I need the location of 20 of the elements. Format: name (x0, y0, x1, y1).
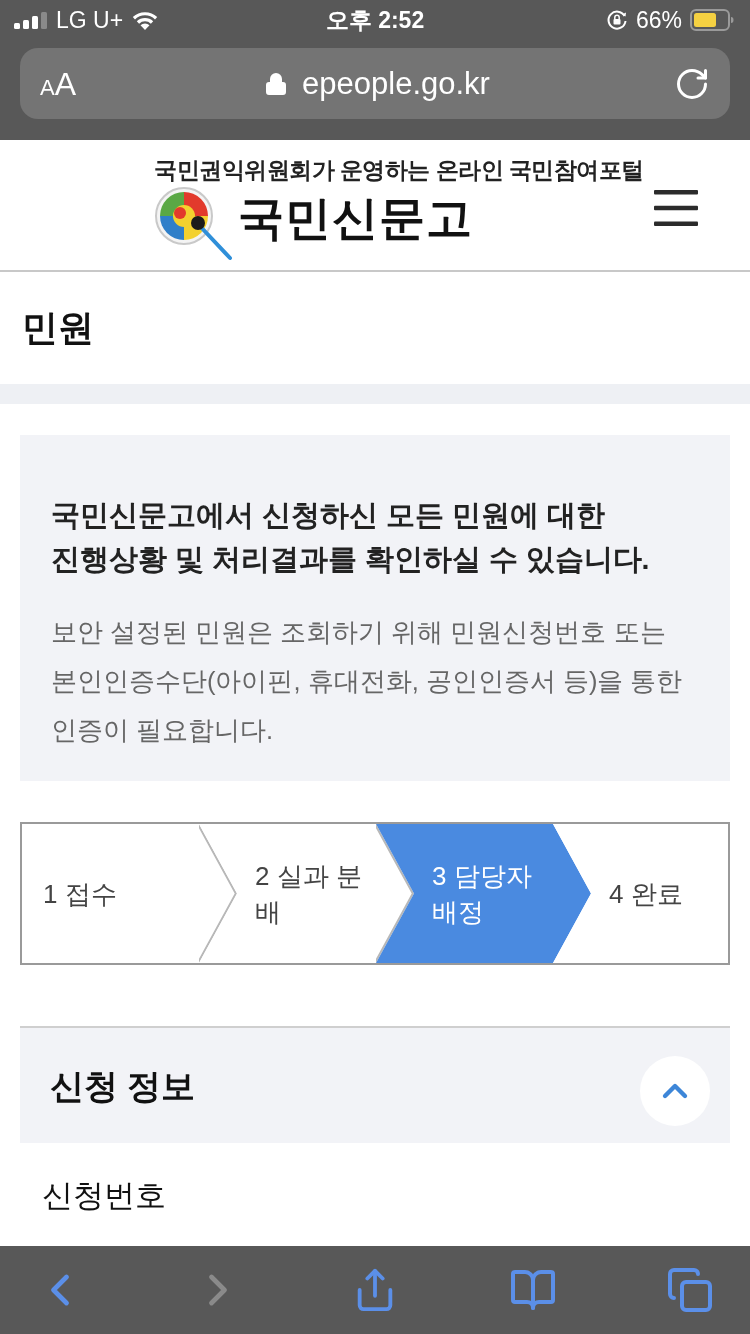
url-text: epeople.go.kr (302, 68, 490, 99)
carrier-name: LG U+ (56, 8, 124, 32)
menu-icon[interactable] (654, 190, 698, 226)
battery-icon (690, 9, 734, 31)
site-tagline: 국민권익위원회가 운영하는 온라인 국민참여포털 (154, 158, 644, 184)
wifi-icon (131, 10, 160, 30)
signal-strength-icon (14, 11, 48, 29)
battery-percent: 66% (635, 8, 682, 32)
reader-text-size-button[interactable]: AA (40, 67, 100, 100)
section-title: 신청 정보 (50, 1068, 196, 1103)
rotation-lock-icon (605, 9, 628, 31)
notice-heading: 국민신문고에서 신청하신 모든 민원에 대한 진행상황 및 처리결과를 확인하실 수 있습니다. (51, 498, 651, 577)
page-title: 민원 (22, 310, 94, 346)
logo-icon (154, 186, 234, 262)
address-bar[interactable]: AA epeople.go.kr (20, 48, 730, 119)
status-time: 오후 2:52 (325, 8, 425, 32)
tabs-icon (666, 1266, 714, 1314)
site-logo-text[interactable]: 국민신문고 (238, 190, 473, 246)
notice-body: 보안 설정된 민원은 조회하기 위해 민원신청번호 또는 본인인증수단(아이핀, 휴대전화, 공인인증서 등)을 통한 인증이 필요합니다. (51, 617, 684, 746)
field-label: 신청번호 (42, 1178, 166, 1214)
